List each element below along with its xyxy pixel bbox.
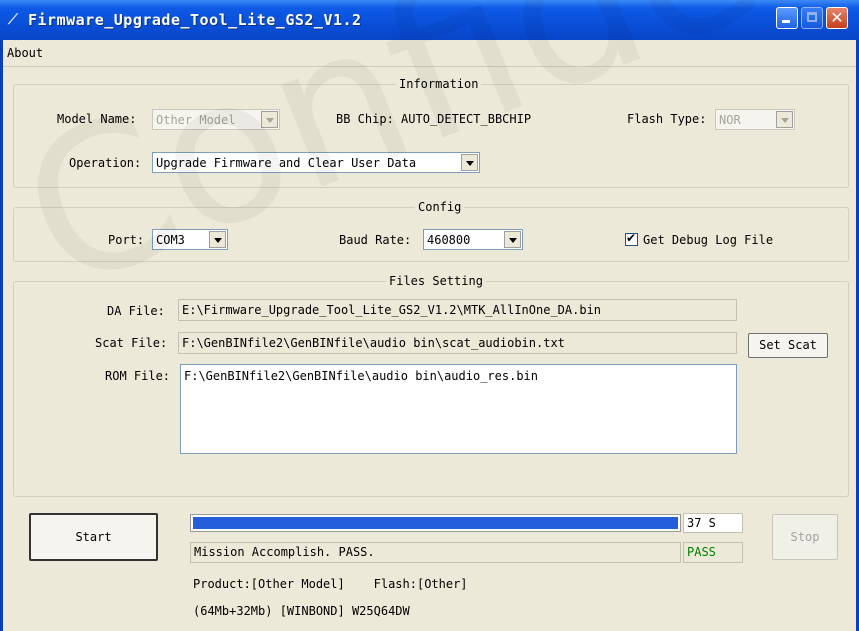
progress-fill bbox=[193, 517, 678, 529]
stop-button[interactable]: Stop bbox=[772, 514, 838, 560]
close-button[interactable]: ✕ bbox=[826, 7, 848, 29]
port-select[interactable]: COM3 bbox=[152, 229, 228, 250]
status-message-field: Mission Accomplish. PASS. bbox=[190, 542, 681, 563]
menu-bar: About bbox=[3, 40, 856, 67]
rom-file-label: ROM File: bbox=[105, 369, 171, 383]
files-setting-legend: Files Setting bbox=[386, 274, 486, 288]
set-scat-button[interactable]: Set Scat bbox=[748, 333, 828, 358]
baud-rate-select[interactable]: 460800 bbox=[423, 229, 523, 250]
flash-type-label: Flash Type: bbox=[627, 112, 707, 126]
operation-value: Upgrade Firmware and Clear User Data bbox=[156, 156, 417, 170]
baud-rate-label: Baud Rate: bbox=[339, 233, 412, 247]
chevron-down-icon bbox=[261, 111, 278, 128]
information-legend: Information bbox=[396, 77, 482, 91]
chevron-down-icon bbox=[776, 111, 793, 128]
flash-info: (64Mb+32Mb) [WINBOND] W25Q64DW bbox=[193, 604, 410, 618]
maximize-button[interactable] bbox=[801, 7, 823, 29]
window-title: Firmware_Upgrade_Tool_Lite_GS2_V1.2 bbox=[28, 11, 362, 29]
chevron-down-icon[interactable] bbox=[461, 154, 478, 171]
progress-bar bbox=[190, 514, 681, 532]
baud-rate-value: 460800 bbox=[427, 233, 471, 247]
bb-chip-value: AUTO_DETECT_BBCHIP bbox=[401, 112, 532, 126]
set-scat-label: Set Scat bbox=[759, 338, 817, 352]
app-icon: ⟋ bbox=[8, 12, 18, 28]
minimize-button[interactable] bbox=[776, 7, 798, 29]
chevron-down-icon[interactable] bbox=[209, 231, 226, 248]
stop-label: Stop bbox=[790, 530, 820, 544]
model-name-label: Model Name: bbox=[57, 112, 137, 126]
start-button[interactable]: Start bbox=[29, 513, 158, 561]
app-window: ⟋ Firmware_Upgrade_Tool_Lite_GS2_V1.2 ✕ … bbox=[0, 0, 859, 631]
result-badge: PASS bbox=[687, 545, 716, 559]
bb-chip-label: BB Chip: AUTO_DETECT_BBCHIP bbox=[336, 112, 532, 126]
menu-item-about[interactable]: About bbox=[7, 46, 43, 60]
product-info: Product:[Other Model] Flash:[Other] bbox=[193, 577, 468, 591]
rom-file-value: F:\GenBINfile2\GenBINfile\audio bin\audi… bbox=[184, 369, 539, 383]
operation-select[interactable]: Upgrade Firmware and Clear User Data bbox=[152, 152, 480, 173]
debug-log-label[interactable]: Get Debug Log File bbox=[643, 233, 773, 247]
close-icon: ✕ bbox=[830, 8, 844, 27]
title-bar[interactable]: ⟋ Firmware_Upgrade_Tool_Lite_GS2_V1.2 ✕ bbox=[0, 0, 859, 40]
operation-label: Operation: bbox=[69, 156, 142, 170]
scat-file-field: F:\GenBINfile2\GenBINfile\audio bin\scat… bbox=[178, 332, 737, 354]
scat-file-label: Scat File: bbox=[95, 336, 168, 350]
da-file-field: E:\Firmware_Upgrade_Tool_Lite_GS2_V1.2\M… bbox=[178, 299, 737, 321]
status-message: Mission Accomplish. PASS. bbox=[194, 545, 375, 559]
rom-file-textarea[interactable]: F:\GenBINfile2\GenBINfile\audio bin\audi… bbox=[180, 364, 737, 454]
config-legend: Config bbox=[415, 200, 465, 214]
flash-type-select: NOR bbox=[715, 109, 795, 130]
chevron-down-icon[interactable] bbox=[504, 231, 521, 248]
result-field: PASS bbox=[683, 542, 743, 563]
elapsed-time-field: 37 S bbox=[683, 513, 743, 533]
port-label: Port: bbox=[108, 233, 145, 247]
model-name-select: Other Model bbox=[152, 109, 280, 130]
da-file-value: E:\Firmware_Upgrade_Tool_Lite_GS2_V1.2\M… bbox=[182, 303, 602, 317]
minimize-icon bbox=[782, 20, 790, 23]
scat-file-value: F:\GenBINfile2\GenBINfile\audio bin\scat… bbox=[182, 336, 565, 350]
flash-type-value: NOR bbox=[719, 113, 741, 127]
maximize-icon bbox=[807, 12, 817, 22]
model-name-value: Other Model bbox=[156, 113, 236, 127]
elapsed-time: 37 S bbox=[687, 516, 716, 530]
da-file-label: DA File: bbox=[107, 304, 165, 318]
debug-log-checkbox[interactable] bbox=[625, 231, 638, 246]
port-value: COM3 bbox=[156, 233, 185, 247]
start-label: Start bbox=[75, 530, 112, 544]
